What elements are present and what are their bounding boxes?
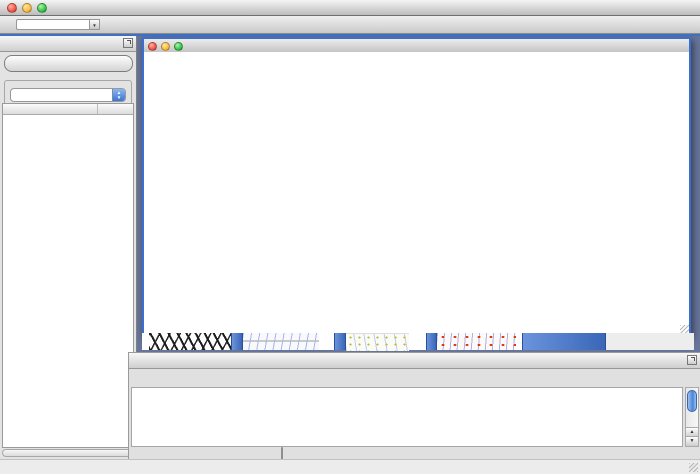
background-window-edge[interactable] <box>243 333 319 350</box>
search-dropdown-arrow-icon[interactable]: ▼ <box>89 19 100 30</box>
scroll-down-icon[interactable]: ▼ <box>686 436 698 446</box>
tree-header[interactable] <box>3 104 133 115</box>
network-canvas[interactable] <box>144 52 689 334</box>
strip-gap <box>606 333 694 350</box>
strip-gap <box>142 333 149 350</box>
dropdown-value <box>11 89 112 101</box>
tree-column-nodes[interactable] <box>98 104 133 114</box>
window-titlebar[interactable] <box>0 0 700 16</box>
close-window-button[interactable] <box>7 3 17 13</box>
zoom-window-button[interactable] <box>37 3 47 13</box>
background-window-border[interactable] <box>426 333 437 350</box>
control-panel-scroll-track[interactable] <box>2 449 134 457</box>
close-icon[interactable] <box>148 42 157 51</box>
strip-gap <box>409 333 426 350</box>
strip-gap <box>319 333 334 350</box>
background-window-border[interactable] <box>231 333 243 350</box>
search-input[interactable] <box>16 19 89 30</box>
network-window-controls <box>148 42 183 51</box>
background-window-edge[interactable] <box>437 333 516 350</box>
data-panel: ▲ ▼ <box>128 352 700 462</box>
control-panel-tabs <box>4 55 133 72</box>
network-tree <box>2 103 134 448</box>
status-bar <box>0 459 700 474</box>
node-color-dropdown[interactable]: ▲▼ <box>10 88 126 102</box>
main-toolbar: ▼ <box>0 16 700 34</box>
float-panel-icon[interactable] <box>687 355 697 365</box>
maximize-icon[interactable] <box>174 42 183 51</box>
dropdown-stepper-icon: ▲▼ <box>112 89 125 101</box>
control-panel-header <box>0 36 136 52</box>
background-window-border[interactable] <box>522 333 606 350</box>
control-panel: ▲▼ ✓ <box>0 36 137 460</box>
background-windows-strip <box>142 333 694 350</box>
mdi-desktop <box>137 36 700 352</box>
float-panel-icon[interactable] <box>123 38 133 48</box>
background-window-edge[interactable] <box>346 333 409 351</box>
network-view-window[interactable] <box>142 37 691 336</box>
window-resize-grip[interactable] <box>689 463 698 472</box>
minimize-icon[interactable] <box>161 42 170 51</box>
minimize-window-button[interactable] <box>22 3 32 13</box>
scrollbar-thumb[interactable] <box>687 390 697 412</box>
network-window-titlebar[interactable] <box>144 39 689 53</box>
attribute-table[interactable] <box>131 387 683 447</box>
data-panel-header <box>129 353 700 369</box>
table-vertical-scrollbar[interactable]: ▲ ▼ <box>685 387 699 447</box>
window-controls <box>7 3 47 13</box>
background-window-edge[interactable] <box>149 333 231 350</box>
cytoscape-desktop: ▼ <box>0 0 700 474</box>
background-window-border[interactable] <box>334 333 346 350</box>
tree-column-network[interactable] <box>3 104 98 114</box>
